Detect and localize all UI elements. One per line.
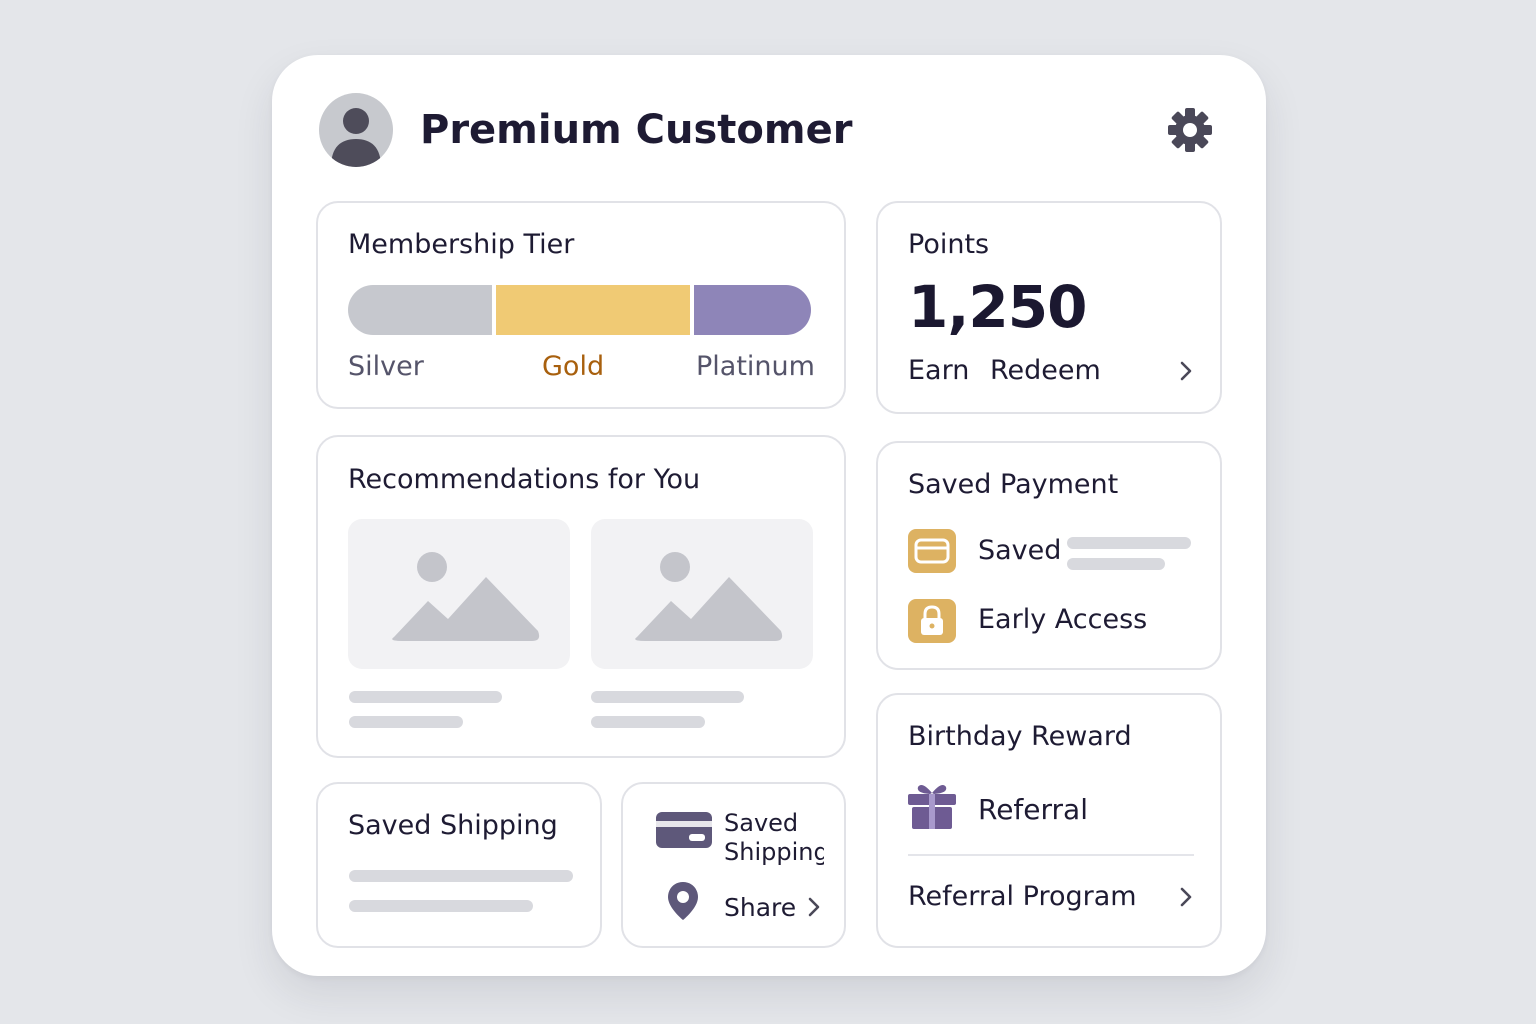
lock-icon — [908, 599, 956, 643]
share-link[interactable]: Share — [724, 893, 796, 922]
divider — [908, 854, 1194, 856]
earn-link[interactable]: Earn — [908, 355, 969, 386]
recommendation-item[interactable] — [348, 519, 570, 669]
birthday-reward-card: Birthday Reward Referral Referral Progra… — [876, 693, 1222, 948]
tier-segment-platinum[interactable] — [694, 285, 811, 335]
early-access-item[interactable]: Early Access — [978, 604, 1147, 635]
recommendations-title: Recommendations for You — [348, 464, 701, 495]
points-balance: 1,250 — [908, 273, 1087, 341]
credit-card-icon — [655, 810, 713, 850]
tier-segment-silver[interactable] — [348, 285, 492, 335]
saved-payment-method[interactable]: Saved — [978, 535, 1061, 566]
payment-detail-placeholder — [1067, 537, 1191, 549]
referral-label: Referral — [978, 793, 1088, 826]
saved-shipping-title: Saved Shipping — [348, 810, 558, 841]
map-pin-icon — [666, 880, 700, 922]
birthday-reward-title: Birthday Reward — [908, 721, 1132, 752]
recommendation-text-placeholder — [591, 716, 705, 728]
image-placeholder-icon — [392, 552, 540, 641]
recommendations-card: Recommendations for You — [316, 435, 846, 758]
tier-label-platinum: Platinum — [696, 351, 815, 382]
loyalty-dashboard-panel: Premium Customer Membership Tier Silver … — [272, 55, 1266, 976]
shipping-address-placeholder — [349, 870, 573, 882]
referral-program-link[interactable]: Referral Program — [908, 881, 1137, 912]
saved-shipping-card: Saved Shipping — [316, 782, 602, 948]
user-avatar-icon[interactable] — [319, 93, 393, 167]
tier-label-silver: Silver — [348, 351, 424, 382]
shipping-address-placeholder — [349, 900, 533, 912]
gear-icon[interactable] — [1165, 105, 1215, 155]
membership-tier-card: Membership Tier Silver Gold Platinum — [316, 201, 846, 409]
saved-shipping-action[interactable]: Saved Shipping — [724, 809, 824, 867]
chevron-right-icon[interactable] — [1178, 360, 1194, 382]
chevron-right-icon[interactable] — [806, 896, 822, 918]
recommendation-text-placeholder — [349, 716, 463, 728]
points-card: Points 1,250 Earn Redeem — [876, 201, 1222, 414]
page-title: Premium Customer — [420, 107, 853, 153]
recommendation-text-placeholder — [591, 691, 744, 703]
points-title: Points — [908, 229, 990, 260]
tier-segment-gold[interactable] — [496, 285, 690, 335]
tier-label-gold: Gold — [542, 351, 605, 382]
recommendation-text-placeholder — [349, 691, 502, 703]
credit-card-icon — [908, 529, 956, 573]
image-placeholder-icon — [635, 552, 783, 641]
saved-payment-title: Saved Payment — [908, 469, 1119, 500]
payment-detail-placeholder — [1067, 558, 1165, 570]
redeem-link[interactable]: Redeem — [990, 355, 1101, 386]
membership-tier-title: Membership Tier — [348, 229, 575, 260]
chevron-right-icon[interactable] — [1178, 886, 1194, 908]
saved-payment-card: Saved Payment Saved Early Access — [876, 441, 1222, 670]
recommendation-item[interactable] — [591, 519, 813, 669]
shipping-actions-card: Saved Shipping Share — [621, 782, 846, 948]
gift-icon — [906, 781, 958, 831]
